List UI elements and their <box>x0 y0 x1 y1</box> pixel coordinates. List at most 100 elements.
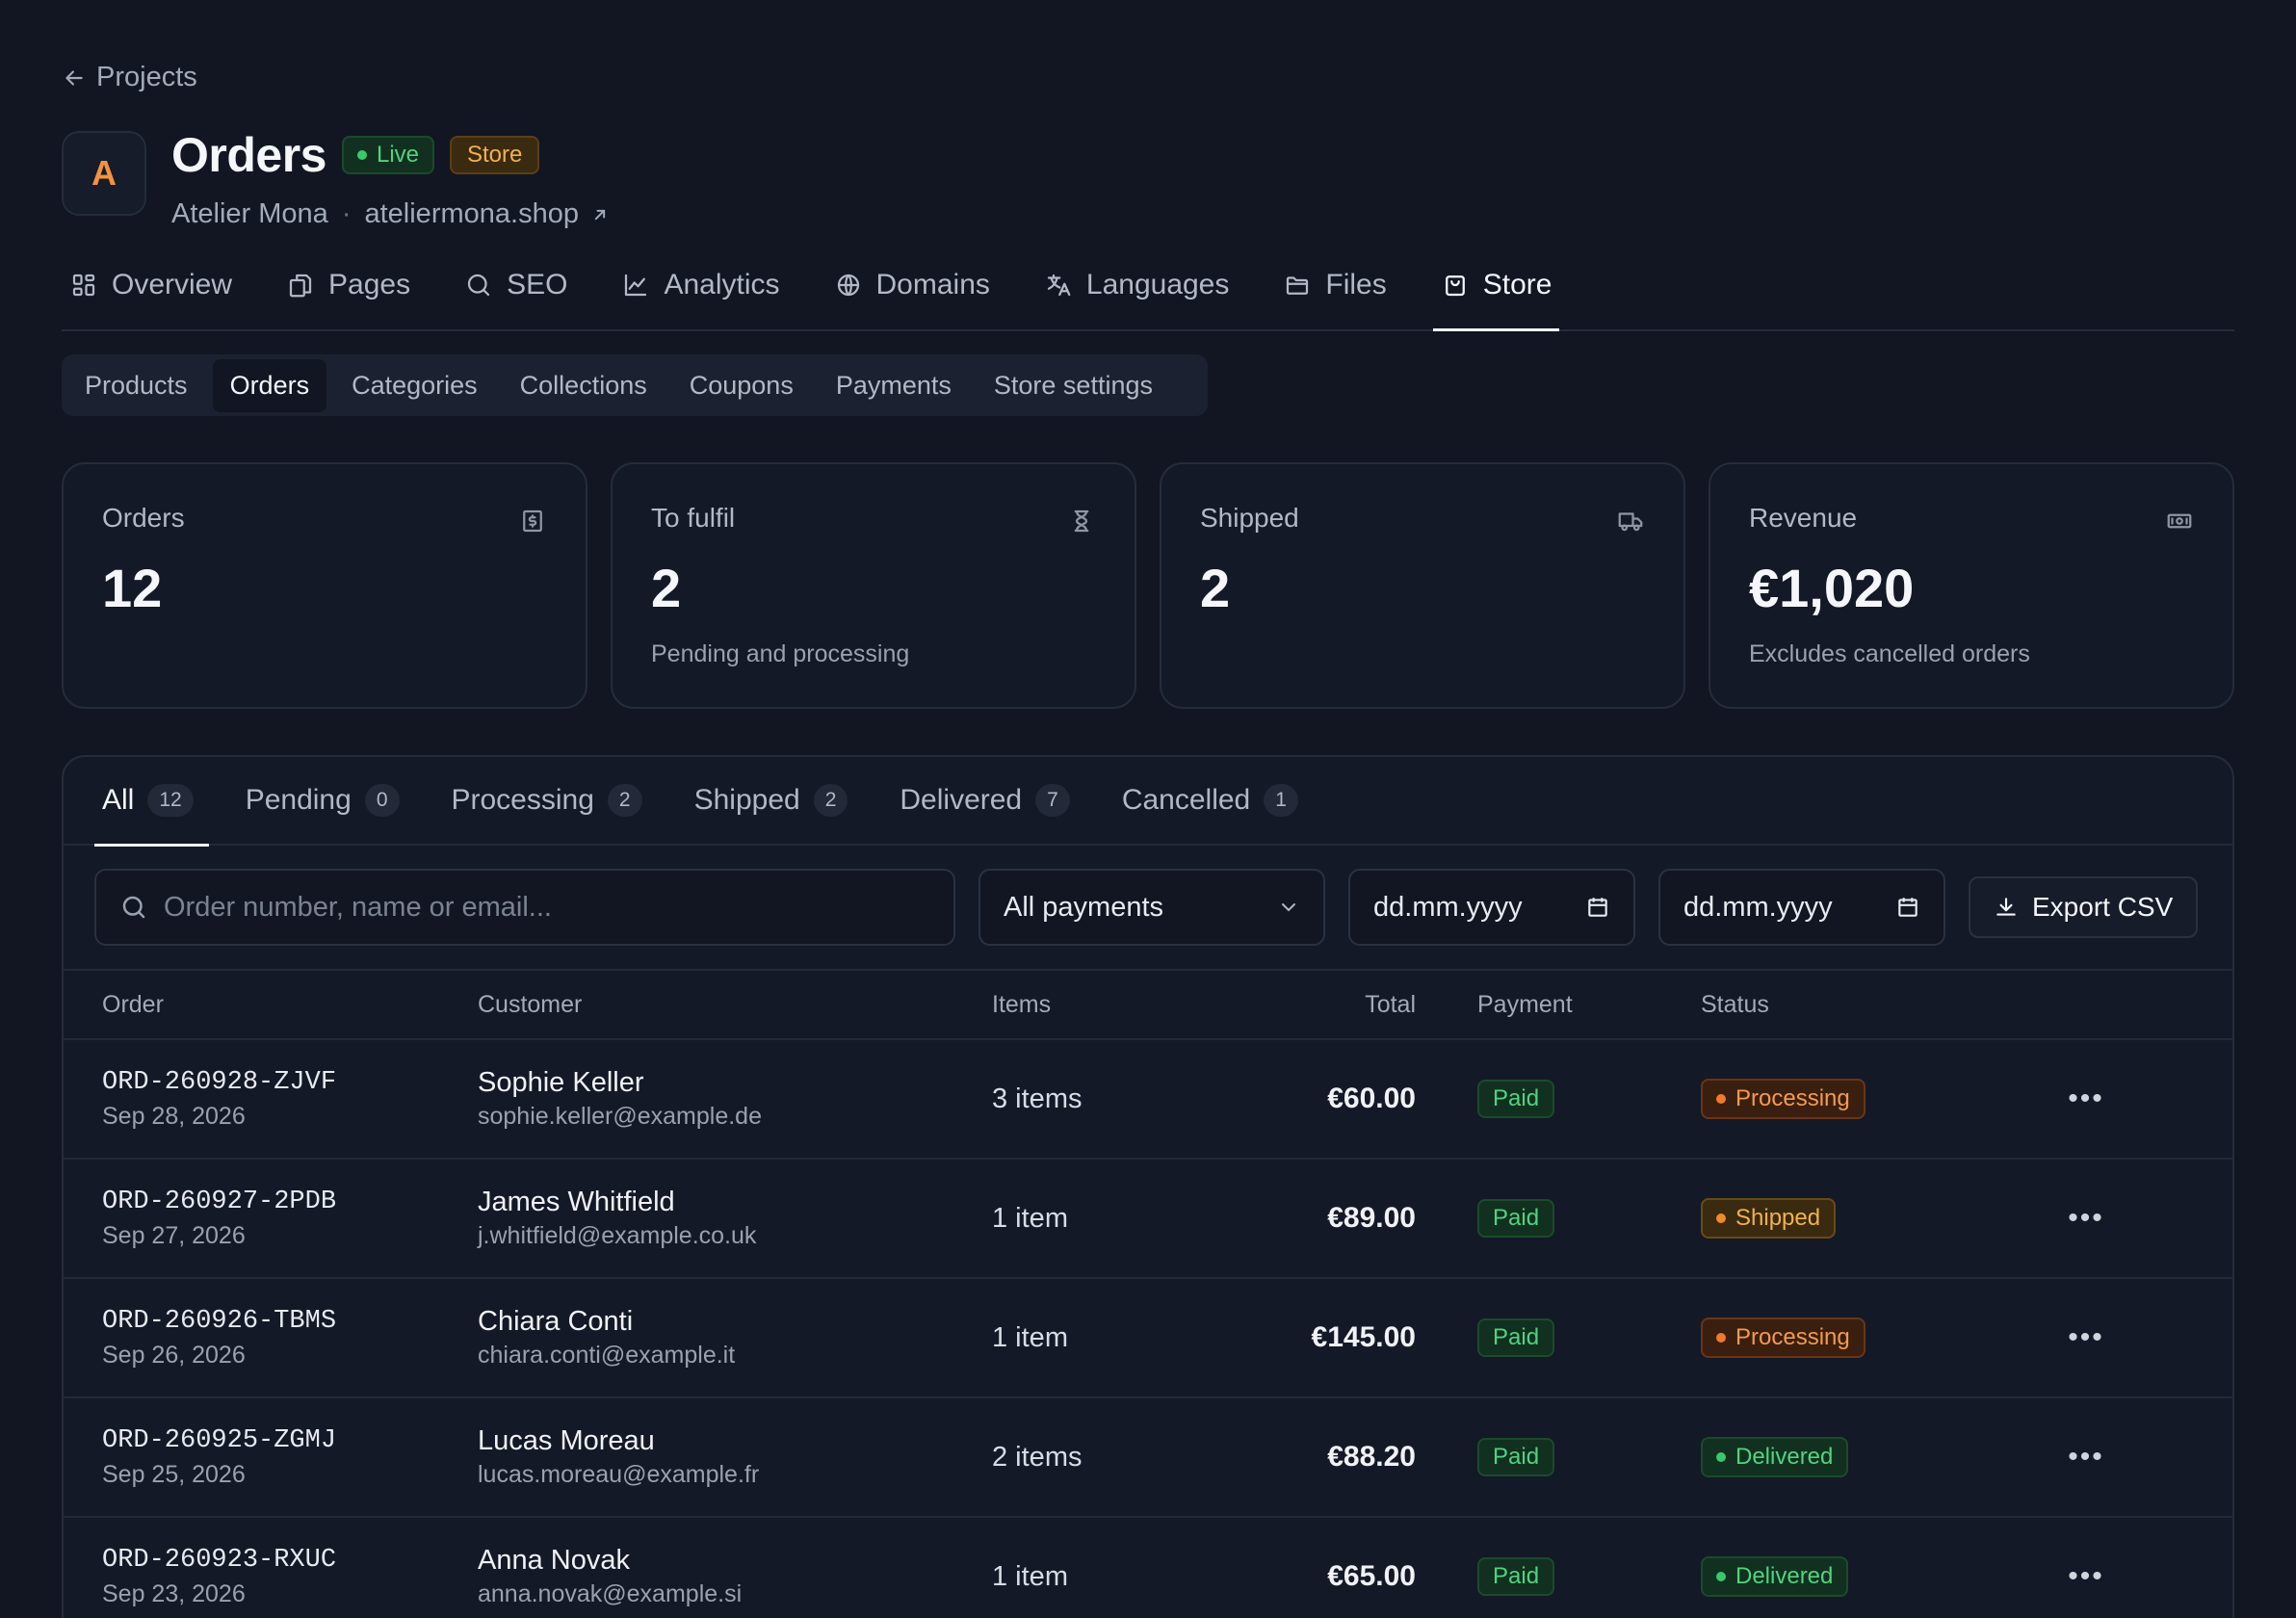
table-row[interactable]: ORD-260923-RXUC Sep 23, 2026 Anna Novak ann… <box>64 1518 2232 1618</box>
customer-email: lucas.moreau@example.fr <box>478 1461 760 1488</box>
live-dot-icon <box>356 150 367 160</box>
customer-name: Chiara Conti <box>478 1306 634 1337</box>
subnav-store-settings[interactable]: Store settings <box>977 359 1170 412</box>
stat-subtext: Excludes cancelled orders <box>1749 640 2030 667</box>
more-actions-icon[interactable]: ••• <box>2068 1321 2104 1354</box>
more-actions-icon[interactable]: ••• <box>2068 1083 2104 1115</box>
nav-store[interactable]: Store <box>1432 254 1560 331</box>
table-row[interactable]: ORD-260925-ZGMJ Sep 25, 2026 Lucas Moreau l… <box>64 1398 2232 1518</box>
nav-domains[interactable]: Domains <box>826 254 998 316</box>
nav-files[interactable]: Files <box>1275 254 1394 316</box>
payment-filter-select[interactable]: All payments <box>978 869 1325 946</box>
status-badge: Processing <box>1701 1079 1866 1119</box>
order-id[interactable]: ORD-260927-2PDB <box>102 1187 478 1216</box>
date-to-field[interactable]: dd.mm.yyyy <box>1658 869 1945 946</box>
live-badge: Live <box>341 136 434 174</box>
order-id[interactable]: ORD-260928-ZJVF <box>102 1068 478 1097</box>
search-input[interactable] <box>164 891 930 924</box>
date-from-value: dd.mm.yyyy <box>1373 891 1523 923</box>
stats-row: Orders 12 To fulfil 2 Pending and processing… <box>62 462 2234 709</box>
payment-badge: Paid <box>1477 1318 1555 1357</box>
tab-count-badge: 2 <box>607 784 642 817</box>
order-items: 1 item <box>992 1202 1068 1234</box>
export-csv-label: Export CSV <box>2032 892 2174 922</box>
customer-name: Sophie Keller <box>478 1067 644 1098</box>
tab-shipped[interactable]: Shipped 2 <box>694 757 848 845</box>
nav-label: Pages <box>328 269 411 300</box>
nav-overview[interactable]: Overview <box>62 254 240 316</box>
nav-pages[interactable]: Pages <box>278 254 418 316</box>
order-date: Sep 28, 2026 <box>102 1102 246 1130</box>
tab-label: Delivered <box>900 784 1023 816</box>
nav-languages[interactable]: Languages <box>1036 254 1237 316</box>
bag-icon <box>1441 271 1470 300</box>
tab-pending[interactable]: Pending 0 <box>246 757 400 845</box>
order-total: €60.00 <box>1327 1083 1416 1114</box>
page-title: Orders <box>171 128 326 182</box>
order-date: Sep 23, 2026 <box>102 1579 246 1607</box>
table-row[interactable]: ORD-260927-2PDB Sep 27, 2026 James Whitfie… <box>64 1160 2232 1279</box>
status-label: Processing <box>1735 1085 1850 1111</box>
date-from-field[interactable]: dd.mm.yyyy <box>1348 869 1635 946</box>
nav-seo[interactable]: SEO <box>457 254 575 316</box>
status-dot-icon <box>1716 1094 1726 1104</box>
status-dot-icon <box>1716 1333 1726 1343</box>
order-id[interactable]: ORD-260923-RXUC <box>102 1546 478 1575</box>
table-row[interactable]: ORD-260926-TBMS Sep 26, 2026 Chiara Conti c… <box>64 1279 2232 1398</box>
back-link[interactable]: Projects <box>62 62 197 93</box>
nav-analytics[interactable]: Analytics <box>613 254 787 316</box>
arrow-left-icon <box>62 65 87 91</box>
stat-label: Revenue <box>1749 503 1858 533</box>
tab-delivered[interactable]: Delivered 7 <box>900 757 1070 845</box>
order-items: 3 items <box>992 1083 1083 1114</box>
nav-label: Domains <box>875 269 990 300</box>
order-items: 2 items <box>992 1441 1083 1473</box>
status-label: Shipped <box>1735 1205 1821 1231</box>
calendar-icon[interactable] <box>1895 895 1920 920</box>
translate-icon <box>1044 271 1073 300</box>
payment-badge: Paid <box>1477 1438 1555 1476</box>
order-total: €145.00 <box>1311 1321 1416 1353</box>
tab-label: Cancelled <box>1121 784 1251 816</box>
tab-label: Processing <box>451 784 594 816</box>
stat-card-to-fulfil: To fulfil 2 Pending and processing <box>611 462 1136 709</box>
calendar-icon[interactable] <box>1585 895 1610 920</box>
table-row[interactable]: ORD-260928-ZJVF Sep 28, 2026 Sophie Keller… <box>64 1040 2232 1160</box>
site-domain: ateliermona.shop <box>364 198 579 229</box>
search-icon <box>119 893 148 922</box>
status-dot-icon <box>1716 1572 1726 1581</box>
subnav-payments[interactable]: Payments <box>819 359 969 412</box>
customer-name: James Whitfield <box>478 1187 675 1217</box>
subnav-categories[interactable]: Categories <box>334 359 495 412</box>
subnav-collections[interactable]: Collections <box>503 359 665 412</box>
tab-cancelled[interactable]: Cancelled 1 <box>1121 757 1298 845</box>
order-items: 1 item <box>992 1560 1068 1592</box>
tab-count-badge: 7 <box>1035 784 1070 817</box>
tab-all[interactable]: All 12 <box>94 757 209 847</box>
status-label: Delivered <box>1735 1563 1834 1589</box>
stat-value: €1,020 <box>1749 558 1915 618</box>
more-actions-icon[interactable]: ••• <box>2068 1560 2104 1593</box>
payment-badge: Paid <box>1477 1080 1555 1118</box>
nav-label: Files <box>1325 269 1387 300</box>
subnav-orders[interactable]: Orders <box>212 358 327 412</box>
export-csv-button[interactable]: Export CSV <box>1969 876 2199 938</box>
subnav-coupons[interactable]: Coupons <box>672 359 811 412</box>
more-actions-icon[interactable]: ••• <box>2068 1202 2104 1235</box>
nav-label: Store <box>1482 269 1552 300</box>
order-id[interactable]: ORD-260925-ZGMJ <box>102 1426 478 1455</box>
orders-panel: All 12 Pending 0 Processing 2 Shipped 2 Delivere… <box>62 755 2234 1618</box>
more-actions-icon[interactable]: ••• <box>2068 1441 2104 1474</box>
subnav-products[interactable]: Products <box>67 359 205 412</box>
site-domain-link[interactable]: ateliermona.shop <box>364 198 609 230</box>
customer-email: j.whitfield@example.co.uk <box>478 1222 757 1249</box>
order-id[interactable]: ORD-260926-TBMS <box>102 1307 478 1336</box>
customer-email: anna.novak@example.si <box>478 1580 743 1607</box>
payment-badge: Paid <box>1477 1199 1555 1238</box>
stat-label: To fulfil <box>651 503 736 533</box>
store-sub-nav: Products Orders Categories Collections Coupo… <box>62 354 1208 416</box>
tab-processing[interactable]: Processing 2 <box>451 757 642 845</box>
col-total: Total <box>1365 990 1416 1018</box>
stat-card-shipped: Shipped 2 <box>1160 462 1685 709</box>
search-box[interactable] <box>94 869 955 946</box>
